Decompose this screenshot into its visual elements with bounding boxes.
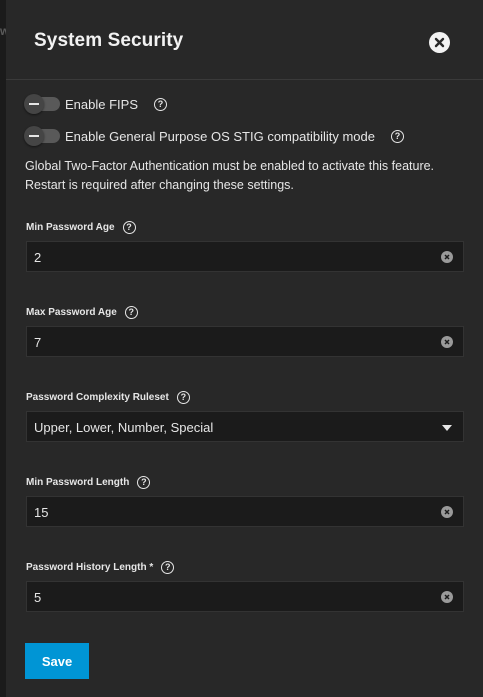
fips-help-icon[interactable]: ? — [154, 97, 167, 111]
stig-help-icon[interactable]: ? — [390, 129, 404, 143]
min-password-age-label-text: Min Password Age — [26, 222, 115, 233]
notice-line-2: Restart is required after changing these… — [25, 178, 294, 192]
password-complexity-select[interactable]: Upper, Lower, Number, Special — [26, 411, 464, 442]
clear-icon[interactable] — [441, 336, 453, 348]
dialog-header: System Security — [6, 0, 483, 80]
stig-notice: Global Two-Factor Authentication must be… — [25, 157, 465, 195]
min-password-age-label: Min Password Age ? — [26, 221, 136, 234]
password-history-length-label-text: Password History Length * — [26, 562, 154, 573]
max-password-age-value: 7 — [34, 335, 42, 350]
min-password-age-value: 2 — [34, 250, 42, 265]
dropdown-arrow-icon — [442, 425, 452, 431]
min-password-age-input[interactable]: 2 — [26, 241, 464, 272]
clear-icon[interactable] — [441, 506, 453, 518]
fips-toggle-label: Enable FIPS — [65, 96, 138, 112]
dialog-title: System Security — [34, 30, 184, 51]
min-password-length-value: 15 — [34, 505, 49, 520]
password-history-length-value: 5 — [34, 590, 42, 605]
clear-icon[interactable] — [441, 591, 453, 603]
notice-line-1: Global Two-Factor Authentication must be… — [25, 159, 435, 173]
clear-icon[interactable] — [441, 251, 453, 263]
max-password-age-help-icon[interactable]: ? — [124, 306, 138, 319]
password-complexity-label: Password Complexity Ruleset ? — [26, 391, 190, 404]
close-icon[interactable] — [429, 32, 450, 53]
min-password-length-input[interactable]: 15 — [26, 496, 464, 527]
min-password-length-label: Min Password Length ? — [26, 476, 151, 489]
max-password-age-label-text: Max Password Age — [26, 307, 117, 318]
system-security-dialog: System Security Enable FIPS ? Enable Gen… — [6, 0, 483, 697]
stig-toggle-label: Enable General Purpose OS STIG compatibi… — [65, 128, 375, 144]
stig-toggle-row: Enable General Purpose OS STIG compatibi… — [24, 126, 404, 146]
password-complexity-label-text: Password Complexity Ruleset — [26, 392, 169, 403]
save-button[interactable]: Save — [25, 643, 89, 679]
password-complexity-value: Upper, Lower, Number, Special — [34, 420, 214, 435]
password-history-length-input[interactable]: 5 — [26, 581, 464, 612]
password-complexity-help-icon[interactable]: ? — [176, 391, 190, 404]
min-password-length-help-icon[interactable]: ? — [137, 476, 151, 489]
password-history-length-label: Password History Length * ? — [26, 561, 175, 574]
min-password-length-label-text: Min Password Length — [26, 477, 130, 488]
max-password-age-input[interactable]: 7 — [26, 326, 464, 357]
min-password-age-help-icon[interactable]: ? — [122, 221, 136, 234]
max-password-age-label: Max Password Age ? — [26, 306, 138, 319]
stig-toggle[interactable] — [24, 126, 60, 146]
fips-toggle-row: Enable FIPS ? — [24, 94, 167, 114]
fips-toggle[interactable] — [24, 94, 60, 114]
password-history-length-help-icon[interactable]: ? — [161, 561, 175, 574]
